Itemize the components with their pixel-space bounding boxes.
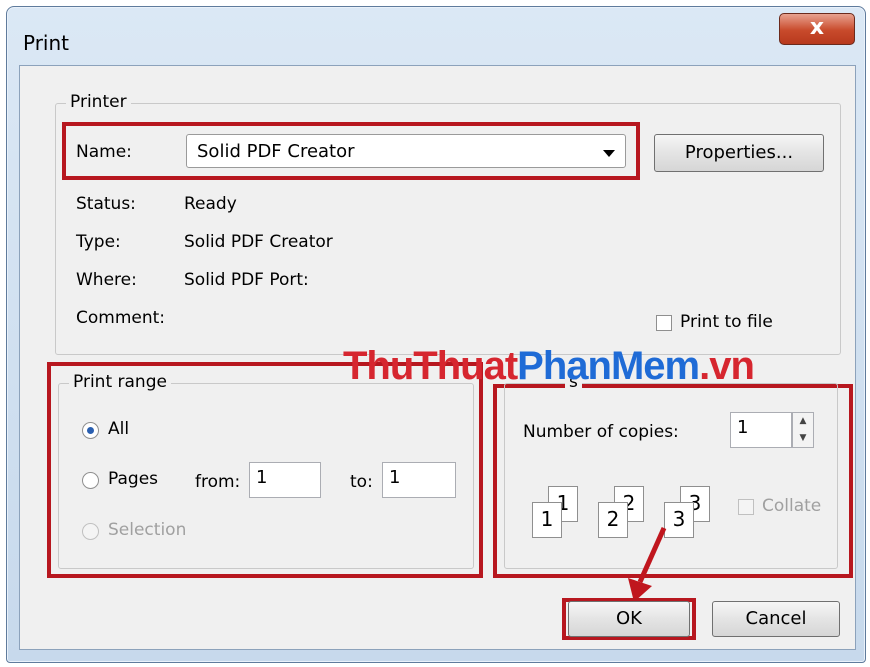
to-label: to: <box>350 472 373 492</box>
type-label: Type: <box>76 232 121 252</box>
type-value: Solid PDF Creator <box>184 232 333 252</box>
close-button[interactable]: x <box>779 13 855 45</box>
page-digit: 3 <box>672 507 686 531</box>
status-label: Status: <box>76 194 136 214</box>
spin-up-icon[interactable]: ▲ <box>793 413 813 430</box>
where-label: Where: <box>76 270 137 290</box>
printer-group-legend: Printer <box>66 92 131 112</box>
print-to-file-checkbox[interactable] <box>656 315 672 331</box>
status-value: Ready <box>184 194 237 214</box>
to-input[interactable]: 1 <box>382 462 456 498</box>
watermark-part-2: PhanMem <box>517 344 700 388</box>
radio-selection[interactable] <box>82 523 99 540</box>
watermark-part-1: ThuThuat <box>343 344 518 388</box>
cancel-button[interactable]: Cancel <box>712 601 840 637</box>
where-value: Solid PDF Port: <box>184 270 309 290</box>
window-title: Print <box>23 31 70 55</box>
radio-pages[interactable] <box>82 472 99 489</box>
print-range-legend: Print range <box>69 372 171 392</box>
page-digit: 1 <box>540 507 554 531</box>
radio-selection-label[interactable]: Selection <box>108 520 186 540</box>
comment-label: Comment: <box>76 308 166 328</box>
radio-pages-label[interactable]: Pages <box>108 469 158 489</box>
collate-label[interactable]: Collate <box>762 496 821 516</box>
page-stack-front: 1 <box>532 502 562 538</box>
printer-name-select[interactable]: Solid PDF Creator <box>186 134 626 168</box>
radio-all-label[interactable]: All <box>108 419 129 439</box>
spin-down-icon[interactable]: ▼ <box>793 430 813 447</box>
radio-selected-dot <box>87 427 94 434</box>
collate-checkbox[interactable] <box>738 499 754 515</box>
print-dialog: Print x Printer Name: Solid PDF Creator … <box>6 6 866 663</box>
page-digit: 2 <box>606 507 620 531</box>
annotation-arrow <box>628 526 667 602</box>
name-label: Name: <box>76 142 132 162</box>
chevron-down-icon <box>603 150 615 157</box>
close-icon: x <box>809 15 825 40</box>
from-label: from: <box>195 472 241 492</box>
from-input[interactable]: 1 <box>249 462 321 498</box>
number-of-copies-label: Number of copies: <box>523 422 679 442</box>
watermark-part-3: .vn <box>699 344 755 388</box>
printer-name-value: Solid PDF Creator <box>197 141 355 162</box>
ok-button[interactable]: OK <box>568 601 690 637</box>
watermark-logo: ThuThuatPhanMem.vn <box>343 344 755 389</box>
copies-spinner[interactable]: ▲ ▼ <box>792 412 814 448</box>
copies-input[interactable]: 1 <box>730 412 792 448</box>
properties-button[interactable]: Properties... <box>654 134 824 172</box>
radio-all[interactable] <box>82 422 99 439</box>
print-to-file-label[interactable]: Print to file <box>680 312 773 332</box>
